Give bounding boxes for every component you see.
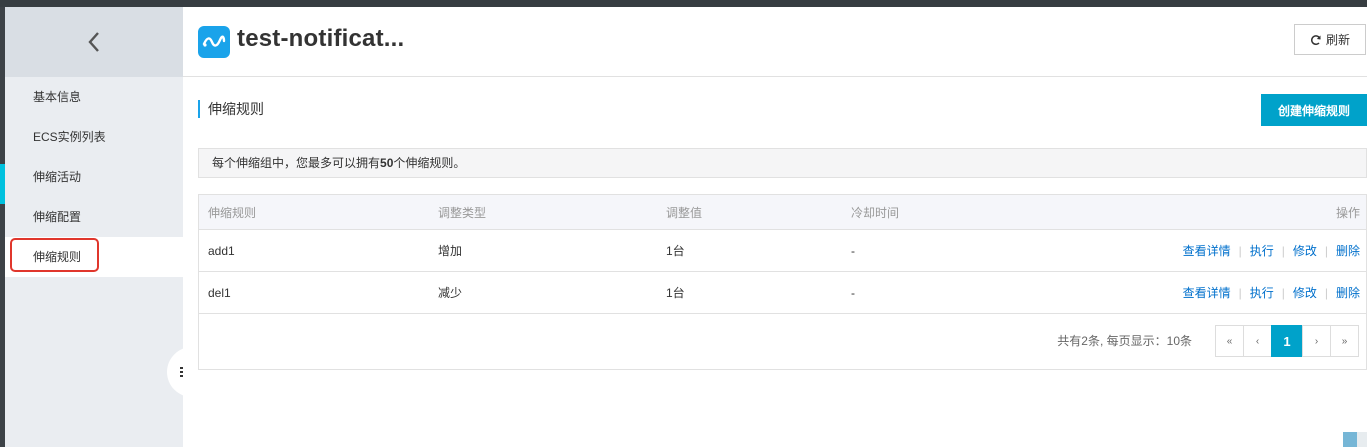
sidebar-item-label: 伸缩活动 (33, 170, 82, 184)
sidebar-item-label: 伸缩配置 (33, 210, 82, 224)
column-header-value: 调整值 (666, 205, 703, 220)
prev-page-button[interactable]: ‹ (1243, 325, 1272, 357)
adjust-value: 1台 (666, 286, 685, 300)
rule-name: del1 (208, 285, 231, 300)
delete-link[interactable]: 删除 (1336, 284, 1360, 301)
section-title: 伸缩规则 (198, 100, 264, 118)
sidebar: 基本信息 ECS实例列表 伸缩活动 伸缩配置 伸缩规则 (5, 7, 193, 447)
sidebar-item-scaling-config[interactable]: 伸缩配置 (5, 197, 183, 237)
divider: | (1324, 243, 1328, 258)
table-row: del1 减少 1台 - 查看详情 | 执行 | 修改 | 删除 (199, 272, 1366, 314)
column-header-rule: 伸缩规则 (208, 205, 257, 220)
page-title: test-notificat... (237, 25, 405, 52)
sidebar-item-basic-info[interactable]: 基本信息 (5, 77, 183, 117)
divider: | (1281, 285, 1285, 300)
cooldown-time: - (851, 243, 855, 258)
cooldown-time: - (851, 285, 855, 300)
row-actions: 查看详情 | 执行 | 修改 | 删除 (1183, 272, 1360, 313)
execute-link[interactable]: 执行 (1250, 242, 1274, 259)
back-button[interactable] (5, 7, 183, 77)
sidebar-item-scaling-activity[interactable]: 伸缩活动 (5, 157, 183, 197)
current-page-button[interactable]: 1 (1271, 325, 1303, 357)
table-header-row: 伸缩规则 调整类型 调整值 冷却时间 操作 (199, 195, 1366, 230)
sidebar-item-label: 基本信息 (33, 90, 82, 104)
page-header: test-notificat... 刷新 (183, 7, 1367, 77)
last-page-button[interactable]: » (1330, 325, 1359, 357)
edit-link[interactable]: 修改 (1293, 242, 1317, 259)
limit-notice: 每个伸缩组中，您最多可以拥有50个伸缩规则。 (198, 148, 1367, 178)
refresh-button[interactable]: 刷新 (1294, 24, 1366, 55)
view-details-link[interactable]: 查看详情 (1183, 284, 1231, 301)
adjust-value: 1台 (666, 244, 685, 258)
top-navbar (0, 0, 1367, 7)
edit-link[interactable]: 修改 (1293, 284, 1317, 301)
column-header-cooldown: 冷却时间 (851, 205, 900, 220)
highlight-box (10, 238, 99, 272)
scaling-rules-table: 伸缩规则 调整类型 调整值 冷却时间 操作 add1 增加 1台 - 查看详情 |… (198, 194, 1367, 370)
column-header-type: 调整类型 (438, 205, 487, 220)
create-scaling-rule-button[interactable]: 创建伸缩规则 (1261, 94, 1367, 126)
right-edge-strip (1357, 432, 1367, 447)
refresh-label: 刷新 (1325, 33, 1350, 47)
main-content: test-notificat... 刷新 伸缩规则 创建伸缩规则 每个伸缩组中，… (183, 7, 1367, 447)
rule-name: add1 (208, 243, 235, 258)
adjust-type: 增加 (438, 244, 463, 258)
column-header-actions: 操作 (1335, 205, 1360, 220)
sidebar-menu: 基本信息 ECS实例列表 伸缩活动 伸缩配置 伸缩规则 (5, 77, 183, 277)
next-page-button[interactable]: › (1302, 325, 1331, 357)
table-row: add1 增加 1台 - 查看详情 | 执行 | 修改 | 删除 (199, 230, 1366, 272)
divider: | (1281, 243, 1285, 258)
wave-logo-icon (198, 26, 230, 58)
notice-prefix: 每个伸缩组中，您最多可以拥有 (212, 156, 381, 170)
pagination: « ‹ 1 › » (1215, 325, 1359, 357)
adjust-type: 减少 (438, 286, 463, 300)
notice-suffix: 个伸缩规则。 (393, 156, 466, 170)
row-actions: 查看详情 | 执行 | 修改 | 删除 (1183, 230, 1360, 271)
divider: | (1238, 243, 1242, 258)
sidebar-item-label: ECS实例列表 (33, 130, 106, 144)
notice-count: 50 (380, 156, 394, 170)
divider: | (1324, 285, 1328, 300)
execute-link[interactable]: 执行 (1250, 284, 1274, 301)
refresh-icon (1310, 34, 1321, 45)
first-page-button[interactable]: « (1215, 325, 1244, 357)
sidebar-item-ecs-list[interactable]: ECS实例列表 (5, 117, 183, 157)
divider: | (1238, 285, 1242, 300)
delete-link[interactable]: 删除 (1336, 242, 1360, 259)
chevron-left-icon (88, 32, 99, 52)
sidebar-item-scaling-rules[interactable]: 伸缩规则 (5, 237, 183, 277)
corner-widget (1343, 432, 1357, 447)
view-details-link[interactable]: 查看详情 (1183, 242, 1231, 259)
pagination-info: 共有2条, 每页显示：10条 (1057, 334, 1192, 348)
